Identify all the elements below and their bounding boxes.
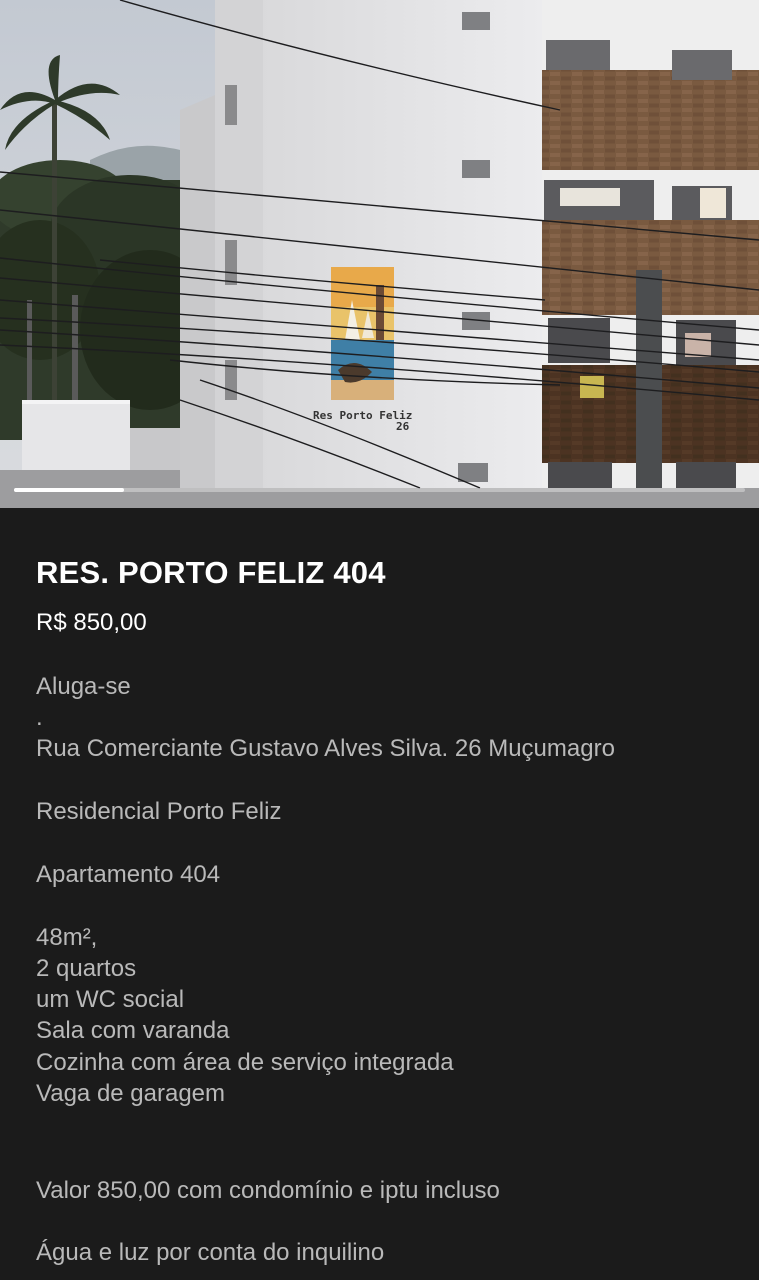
description-line: Sala com varanda (36, 1017, 230, 1044)
listing-title: RES. PORTO FELIZ 404 (36, 555, 386, 590)
listing-price: R$ 850,00 (36, 609, 147, 636)
description-line: Água e luz por conta do inquilino (36, 1239, 385, 1266)
gallery-progress-track (14, 488, 745, 492)
description-line: 48m², (36, 924, 98, 951)
description-line: Cozinha com área de serviço integrada (36, 1049, 454, 1076)
listing-page: Res Porto Feliz 26 RES. PORTO FELIZ 404 … (0, 0, 759, 1280)
description-line: um WC social (36, 986, 185, 1013)
building-photo-image: Res Porto Feliz 26 (0, 0, 759, 508)
building-sign-number: 26 (396, 420, 410, 433)
description-line: Apartamento 404 (36, 861, 221, 888)
description-line: Residencial Porto Feliz (36, 798, 282, 825)
description-line: Valor 850,00 com condomínio e iptu inclu… (36, 1177, 500, 1204)
description-address: Rua Comerciante Gustavo Alves Silva. 26 … (36, 735, 615, 762)
description-line: Vaga de garagem (36, 1080, 226, 1107)
description-line: 2 quartos (36, 955, 137, 982)
description-line: Aluga-se (36, 673, 131, 700)
description-line: . (36, 704, 43, 731)
listing-photo[interactable]: Res Porto Feliz 26 (0, 0, 759, 508)
gallery-progress-fill (14, 488, 124, 492)
